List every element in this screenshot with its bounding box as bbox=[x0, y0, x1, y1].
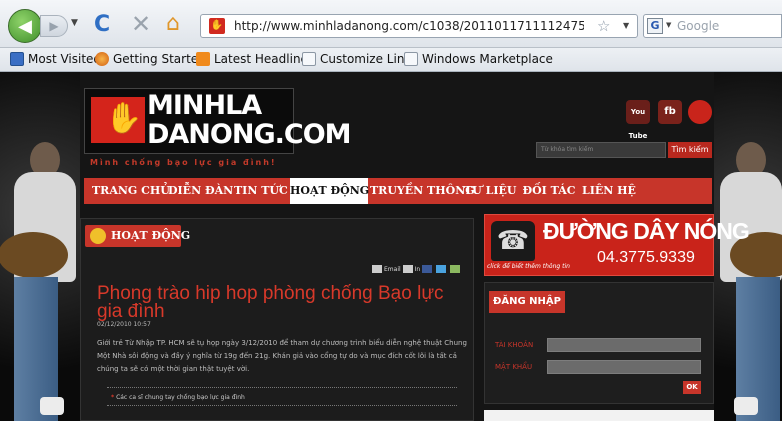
related-article-text[interactable]: Các ca sĩ chung tay chống bạo lực gia đì… bbox=[116, 394, 245, 401]
menu-item-trang-chu[interactable]: TRANG CHỦ bbox=[92, 178, 170, 204]
menu-item-doi-tac[interactable]: ĐỐI TÁC bbox=[520, 178, 578, 204]
blue-page-icon bbox=[10, 52, 24, 66]
site-search-input[interactable]: Từ khóa tìm kiếm bbox=[536, 142, 666, 158]
related-article-link[interactable]: * Các ca sĩ chung tay chống bạo lực gia … bbox=[111, 394, 245, 401]
main-menu: TRANG CHỦ DIỄN ĐÀN TIN TỨC HOẠT ĐỘNG TRU… bbox=[84, 178, 712, 204]
bookmark-most-visited[interactable]: Most Visited bbox=[10, 52, 101, 66]
history-dropdown-icon[interactable]: ▼ bbox=[71, 18, 78, 28]
menu-item-hoat-dong[interactable]: HOẠT ĐỘNG bbox=[290, 178, 369, 204]
youtube-icon[interactable]: You Tube bbox=[626, 100, 650, 140]
username-label: TÀI KHOẢN bbox=[495, 341, 534, 349]
background-guitarist-left bbox=[0, 72, 80, 421]
site-search-button[interactable]: Tìm kiếm bbox=[668, 142, 712, 158]
rss-icon bbox=[196, 52, 210, 66]
divider bbox=[107, 405, 457, 406]
back-arrow-icon: ◀ bbox=[18, 15, 32, 37]
site-favicon-icon: ✋ bbox=[209, 18, 225, 34]
forward-arrow-icon: ▶ bbox=[49, 19, 59, 33]
sidebar-next-box bbox=[484, 410, 714, 421]
bookmark-label: Getting Started bbox=[113, 52, 206, 66]
search-bar[interactable]: G ▼ Google bbox=[643, 14, 782, 38]
hand-logo-icon: ✋ bbox=[91, 97, 145, 143]
facebook-icon[interactable]: fb bbox=[658, 100, 682, 124]
engine-dropdown-icon[interactable]: ▼ bbox=[666, 21, 671, 29]
url-dropdown-icon[interactable]: ▼ bbox=[623, 21, 629, 30]
search-input[interactable]: Google bbox=[677, 19, 719, 33]
hotline-note[interactable]: click để biết thêm thông tin bbox=[487, 263, 570, 270]
facebook-share-icon[interactable] bbox=[422, 265, 433, 273]
section-bullet-icon bbox=[90, 228, 106, 244]
other-share-icon[interactable] bbox=[450, 265, 461, 273]
forward-button[interactable]: ▶ bbox=[40, 15, 68, 37]
section-title: HOẠT ĐỘNG bbox=[111, 229, 191, 242]
bookmark-label: Windows Marketplace bbox=[422, 52, 553, 66]
print-icon[interactable] bbox=[402, 265, 413, 273]
password-label: MẬT KHẨU bbox=[495, 363, 533, 371]
url-bar[interactable]: ✋ http://www.minhladanong.com/c1038/2011… bbox=[200, 14, 638, 38]
article-body: Giới trẻ Từ Nhập TP. HCM sẽ tụ họp ngày … bbox=[97, 339, 467, 373]
bookmark-label: Latest Headlines bbox=[214, 52, 315, 66]
article-title: Phong trào hip hop phòng chống Bạo lực g… bbox=[97, 283, 444, 322]
menu-item-lien-he[interactable]: LIÊN HỆ bbox=[582, 178, 636, 204]
login-box: ĐĂNG NHẬP TÀI KHOẢN MẬT KHẨU OK bbox=[484, 282, 714, 404]
menu-item-tin-tuc[interactable]: TIN TỨC bbox=[234, 178, 288, 204]
twitter-share-icon[interactable] bbox=[436, 265, 447, 273]
login-ok-button[interactable]: OK bbox=[683, 381, 701, 394]
bookmark-windows-marketplace[interactable]: Windows Marketplace bbox=[404, 52, 553, 66]
bookmark-star-icon[interactable]: ☆ bbox=[597, 17, 610, 35]
logo-text-line2: DANONG.COM bbox=[147, 119, 352, 150]
menu-item-truyen-thong[interactable]: TRUYỀN THÔNG bbox=[370, 178, 475, 204]
menu-item-dien-dan[interactable]: DIỄN ĐÀN bbox=[168, 178, 233, 204]
hotline-title: ĐƯỜNG DÂY NÓNG bbox=[543, 218, 750, 244]
rss-feed-icon[interactable] bbox=[688, 100, 712, 124]
related-bullet: * bbox=[111, 394, 115, 401]
bookmark-label: Most Visited bbox=[28, 52, 102, 66]
bookmark-latest-headlines[interactable]: Latest Headlines bbox=[196, 52, 314, 66]
firefox-icon bbox=[95, 52, 109, 66]
reload-icon[interactable]: C bbox=[94, 12, 110, 37]
site-logo[interactable]: ✋ MINHLA DANONG.COM bbox=[84, 88, 352, 154]
logo-text-line1: MINHLA bbox=[147, 90, 262, 121]
email-link[interactable]: Email bbox=[384, 266, 401, 273]
hotline-number: 04.3775.9339 bbox=[597, 249, 695, 266]
url-text[interactable]: http://www.minhladanong.com/c1038/201101… bbox=[234, 19, 584, 33]
article-panel: HOẠT ĐỘNG Email In Phong trào hip hop ph… bbox=[80, 218, 474, 421]
menu-item-tu-lieu[interactable]: TƯ LIỆU bbox=[464, 178, 516, 204]
page-icon bbox=[302, 52, 316, 66]
print-link[interactable]: In bbox=[415, 266, 421, 273]
google-engine-icon[interactable]: G bbox=[647, 18, 663, 34]
web-page: ✋ MINHLA DANONG.COM Mình chống bạo lực g… bbox=[0, 72, 782, 421]
page-icon bbox=[404, 52, 418, 66]
bookmark-customize-links[interactable]: Customize Links bbox=[302, 52, 418, 66]
stop-icon[interactable]: ✕ bbox=[131, 10, 151, 38]
divider bbox=[107, 387, 457, 388]
share-toolbar: Email In bbox=[370, 265, 462, 273]
email-icon[interactable] bbox=[372, 265, 382, 273]
home-icon[interactable]: ⌂ bbox=[166, 11, 180, 36]
telephone-icon: ☎ bbox=[491, 221, 535, 261]
article-date: 02/12/2010 10:57 bbox=[97, 321, 151, 328]
site-tagline: Mình chống bạo lực gia đình! bbox=[90, 158, 277, 167]
bookmark-label: Customize Links bbox=[320, 52, 418, 66]
site-container: ✋ MINHLA DANONG.COM Mình chống bạo lực g… bbox=[80, 72, 750, 421]
bookmarks-toolbar: Most Visited Getting Started Latest Head… bbox=[0, 48, 782, 72]
section-header: HOẠT ĐỘNG bbox=[85, 225, 190, 247]
password-field[interactable] bbox=[547, 360, 701, 374]
login-title: ĐĂNG NHẬP bbox=[489, 291, 565, 313]
back-button[interactable]: ◀ bbox=[8, 9, 42, 43]
hotline-banner[interactable]: ☎ ĐƯỜNG DÂY NÓNG 04.3775.9339 click để b… bbox=[484, 214, 750, 276]
username-field[interactable] bbox=[547, 338, 701, 352]
browser-navbar: ◀ ▶ ▼ C ✕ ⌂ ✋ http://www.minhladanong.co… bbox=[0, 0, 782, 48]
background-guitarist-right bbox=[714, 72, 782, 421]
bookmark-getting-started[interactable]: Getting Started bbox=[95, 52, 206, 66]
